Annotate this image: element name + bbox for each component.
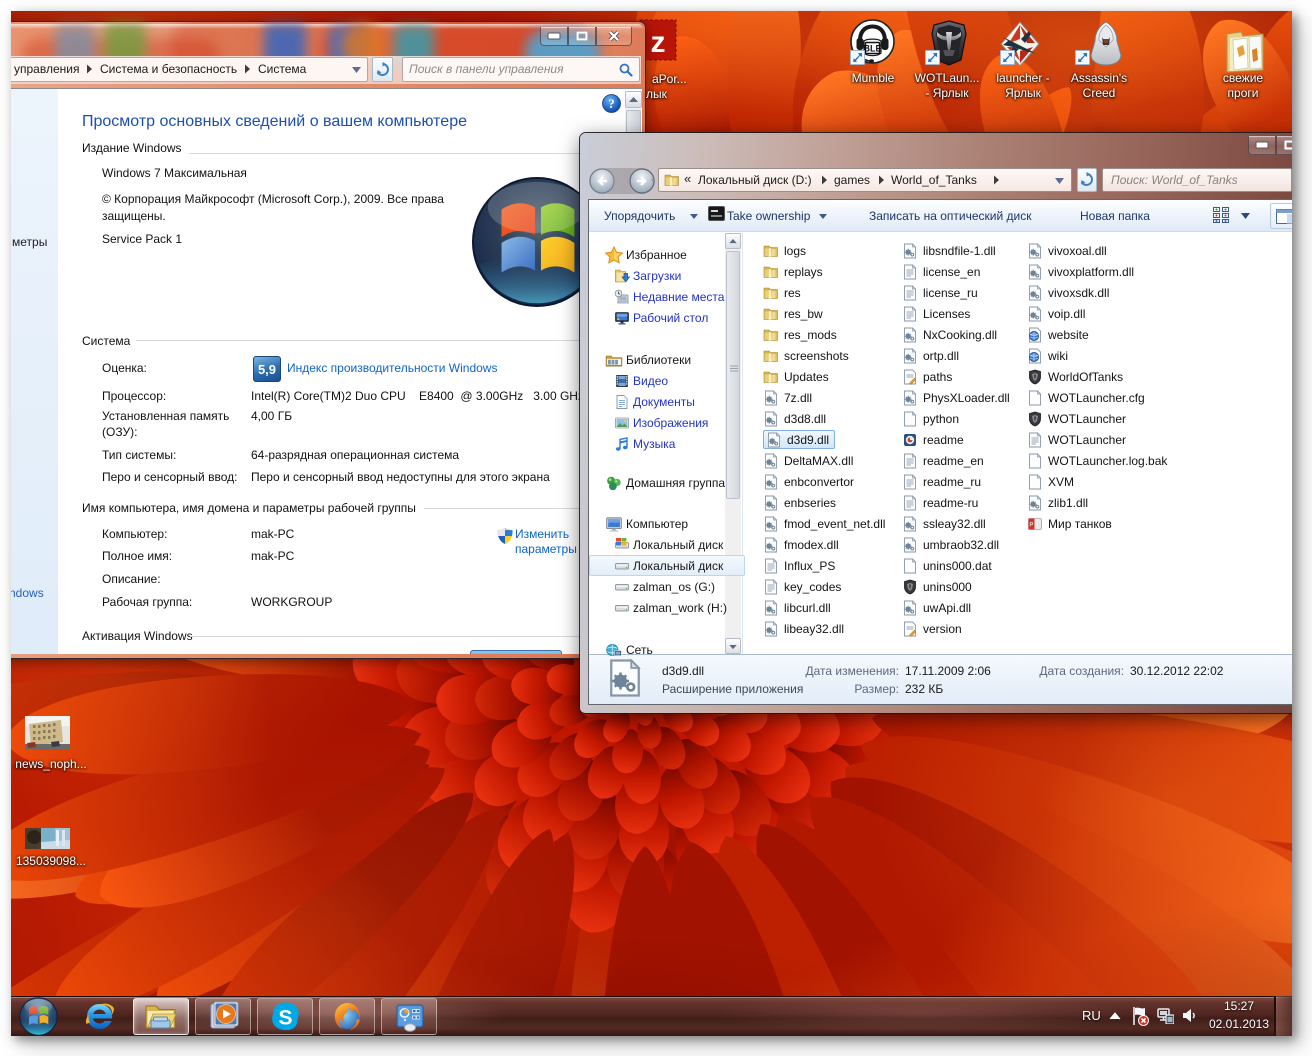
svg-text:BLE: BLE xyxy=(864,44,882,54)
svg-text:?: ? xyxy=(608,96,615,111)
svg-text:z: z xyxy=(651,26,666,59)
svg-text:S: S xyxy=(278,1007,292,1030)
